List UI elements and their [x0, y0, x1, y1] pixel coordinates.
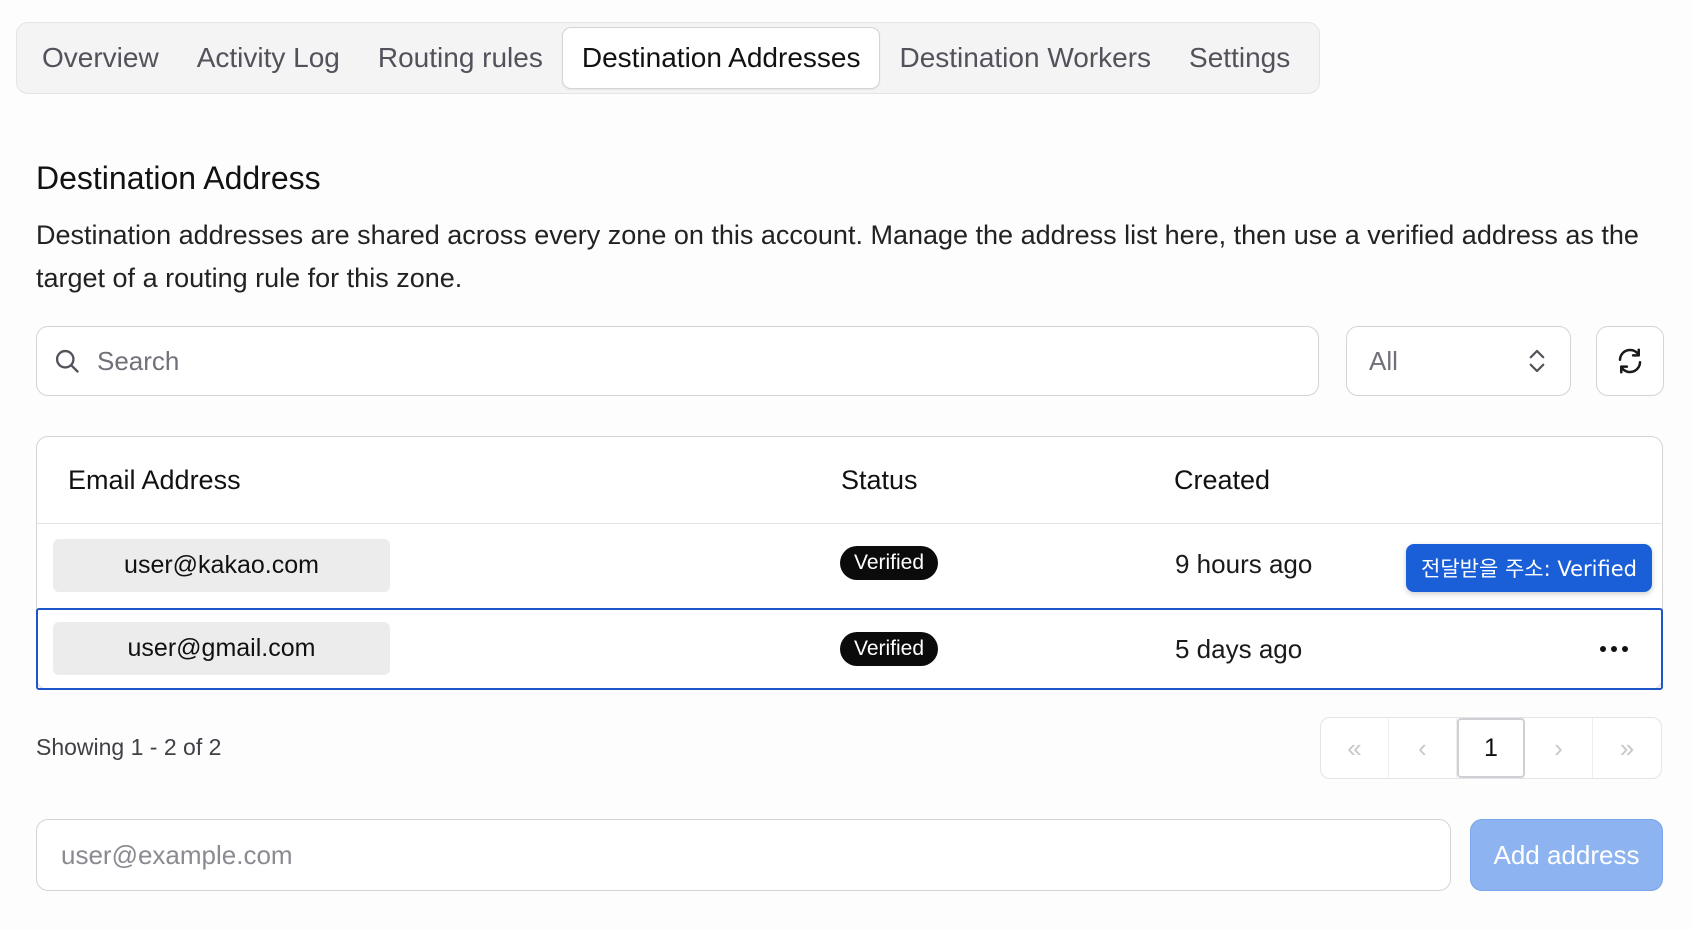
email-address: user@kakao.com	[53, 539, 390, 592]
section-title: Destination Address	[36, 160, 321, 196]
tab-bar: Overview Activity Log Routing rules Dest…	[16, 22, 1320, 94]
row-actions-button[interactable]	[1594, 634, 1634, 664]
tab-destination-addresses[interactable]: Destination Addresses	[561, 27, 881, 89]
more-horizontal-icon	[1600, 646, 1628, 652]
table-row[interactable]: user@gmail.com Verified 5 days ago	[36, 608, 1663, 690]
column-header-status: Status	[841, 465, 918, 495]
next-page-button[interactable]: ›	[1525, 718, 1593, 778]
last-page-button[interactable]: »	[1593, 718, 1661, 778]
table-row[interactable]: user@kakao.com Verified 9 hours ago 전달받을…	[37, 523, 1662, 605]
prev-page-button[interactable]: ‹	[1389, 718, 1457, 778]
chevron-up-down-icon	[1529, 349, 1545, 373]
new-address-input[interactable]	[59, 838, 1423, 872]
search-icon	[55, 349, 79, 373]
new-address-field[interactable]	[36, 819, 1451, 891]
section-description: Destination addresses are shared across …	[36, 220, 1639, 293]
search-input[interactable]	[95, 344, 1249, 378]
status-tooltip: 전달받을 주소: Verified	[1406, 544, 1652, 592]
first-page-button[interactable]: «	[1321, 718, 1389, 778]
column-header-email: Email Address	[68, 465, 241, 495]
status-badge: Verified	[840, 546, 939, 580]
tab-routing-rules[interactable]: Routing rules	[359, 27, 562, 89]
add-address-button[interactable]: Add address	[1470, 819, 1663, 891]
pagination: « ‹ 1 › »	[1320, 717, 1662, 779]
email-address: user@gmail.com	[53, 622, 390, 675]
page-number-button[interactable]: 1	[1457, 718, 1525, 778]
tab-overview[interactable]: Overview	[23, 27, 178, 89]
destination-addresses-table: Email Address Status Created user@kakao.…	[36, 436, 1663, 690]
search-box[interactable]	[36, 326, 1319, 396]
created-time: 5 days ago	[1175, 634, 1303, 664]
table-header: Email Address Status Created	[37, 437, 1662, 524]
refresh-icon	[1618, 348, 1642, 374]
tab-destination-workers[interactable]: Destination Workers	[880, 27, 1170, 89]
tab-activity-log[interactable]: Activity Log	[178, 27, 359, 89]
refresh-button[interactable]	[1596, 326, 1664, 396]
status-badge: Verified	[840, 632, 939, 666]
tab-settings[interactable]: Settings	[1170, 27, 1309, 89]
column-header-created: Created	[1174, 465, 1271, 495]
pagination-summary: Showing 1 - 2 of 2	[36, 734, 222, 760]
filter-selected-value: All	[1369, 345, 1398, 376]
status-filter-select[interactable]: All	[1346, 326, 1571, 396]
created-time: 9 hours ago	[1175, 549, 1313, 579]
